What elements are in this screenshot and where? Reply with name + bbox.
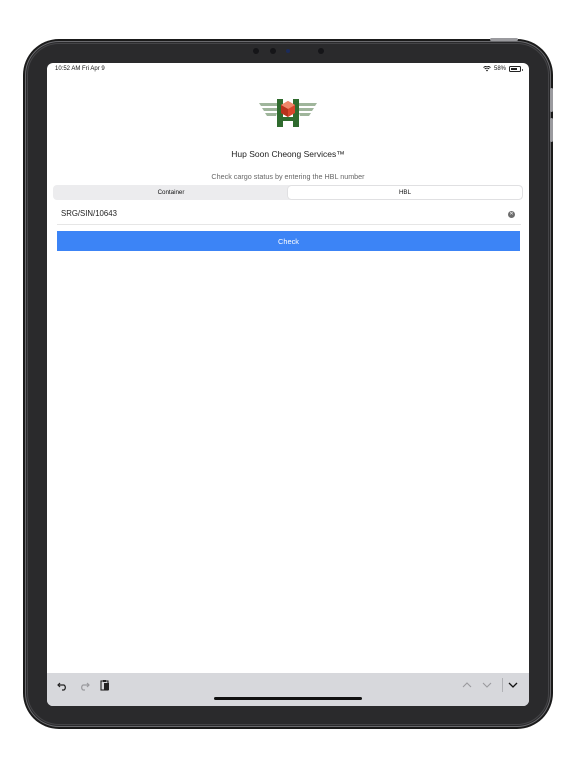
screen: 10:52 AM Fri Apr 9 58% Hup Soon Cheong S…	[47, 63, 529, 706]
sensor	[270, 48, 276, 54]
keyboard-shortcut-bar	[47, 673, 529, 706]
status-bar: 10:52 AM Fri Apr 9 58%	[47, 63, 529, 77]
chevron-up-icon[interactable]	[461, 679, 473, 691]
segment-hbl[interactable]: HBL	[288, 186, 522, 199]
sensor	[253, 48, 259, 54]
toolbar-divider	[502, 678, 503, 692]
check-button[interactable]: Check	[57, 231, 520, 251]
redo-icon[interactable]	[78, 679, 90, 691]
power-button	[490, 38, 518, 41]
clear-input-icon[interactable]: ✕	[508, 211, 515, 218]
battery-percent: 58%	[493, 66, 506, 72]
home-indicator	[214, 697, 362, 700]
sensor	[318, 48, 324, 54]
dismiss-keyboard-icon[interactable]	[507, 679, 519, 691]
status-time: 10:52 AM Fri Apr 9	[55, 66, 105, 72]
app-title: Hup Soon Cheong Services™	[231, 149, 345, 159]
hbl-number-input[interactable]	[61, 209, 491, 218]
instruction-text: Check cargo status by entering the HBL n…	[211, 172, 365, 181]
segment-container[interactable]: Container	[54, 186, 288, 199]
battery-icon	[509, 66, 523, 72]
chevron-down-icon[interactable]	[481, 679, 493, 691]
camera-icon	[286, 49, 290, 53]
search-type-segmented-control[interactable]: Container HBL	[53, 185, 523, 200]
company-logo	[259, 99, 317, 127]
wifi-icon	[483, 66, 491, 72]
paste-icon[interactable]	[99, 679, 111, 691]
hbl-input-row: ✕	[57, 206, 521, 225]
undo-icon[interactable]	[57, 679, 69, 691]
volume-down-button	[550, 118, 553, 142]
volume-up-button	[550, 88, 553, 112]
